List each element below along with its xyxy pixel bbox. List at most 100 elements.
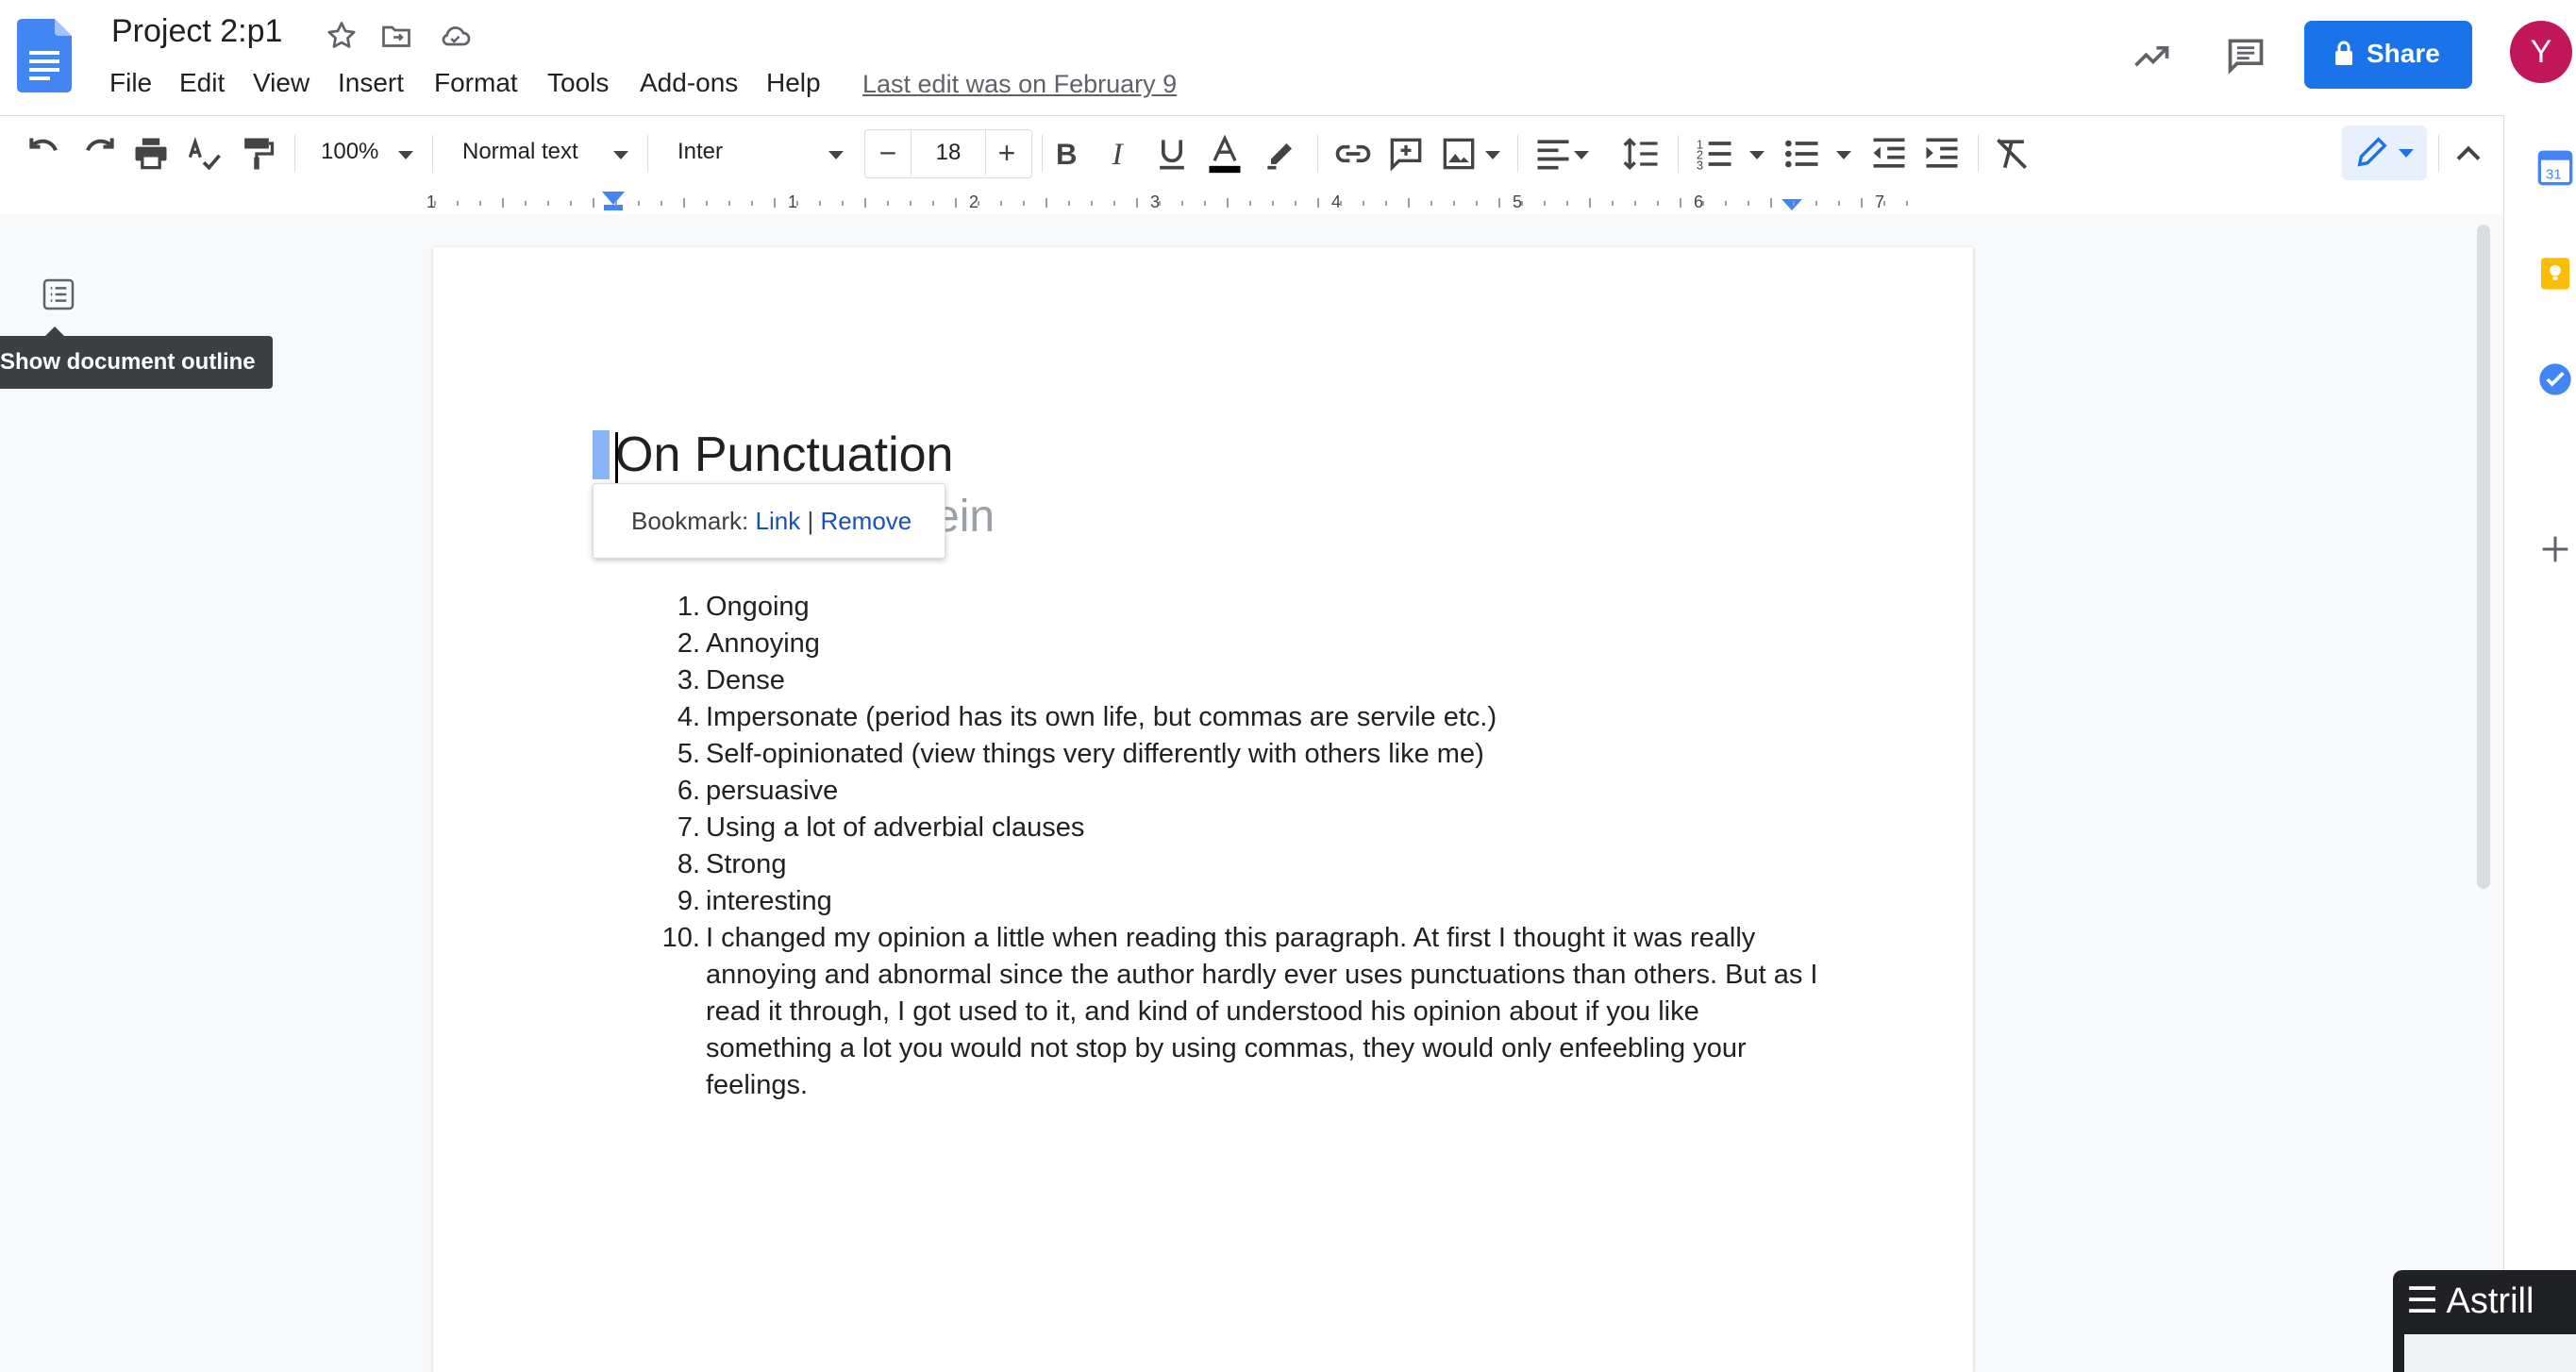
insert-image-icon[interactable] bbox=[1438, 133, 1480, 175]
bookmark-marker-icon[interactable] bbox=[593, 430, 610, 479]
right-indent-marker-icon[interactable] bbox=[1781, 199, 1802, 210]
italic-icon[interactable]: I bbox=[1098, 133, 1140, 175]
align-icon[interactable] bbox=[1532, 133, 1574, 175]
ruler-tick bbox=[1317, 198, 1319, 208]
numbered-list[interactable]: 1. Ongoing 2. Annoying 3. Dense 4. Impersona… bbox=[651, 589, 1831, 1104]
list-item[interactable]: 9. interesting bbox=[651, 883, 1831, 920]
ruler-tick bbox=[1657, 201, 1659, 206]
insert-link-icon[interactable] bbox=[1332, 133, 1374, 175]
document-title[interactable]: Project 2:p1 bbox=[111, 13, 282, 50]
menu-add-ons[interactable]: Add-ons bbox=[640, 68, 738, 98]
line-spacing-icon[interactable] bbox=[1621, 133, 1663, 175]
zoom-caret-icon[interactable] bbox=[398, 151, 413, 159]
comments-icon[interactable] bbox=[2225, 34, 2267, 75]
list-item[interactable]: 5. Self-opinionated (view things very dif… bbox=[651, 736, 1831, 773]
undo-icon[interactable] bbox=[25, 133, 66, 175]
list-item[interactable]: 2. Annoying bbox=[651, 626, 1831, 662]
numbered-list-caret-icon[interactable] bbox=[1749, 151, 1765, 159]
ruler-tick bbox=[1000, 201, 1002, 206]
bulleted-list-icon[interactable] bbox=[1781, 133, 1823, 175]
menu-edit[interactable]: Edit bbox=[179, 68, 225, 98]
ruler-tick bbox=[1091, 201, 1093, 206]
ruler-tick bbox=[910, 201, 912, 206]
activity-trend-icon[interactable] bbox=[2131, 36, 2172, 77]
underline-icon[interactable] bbox=[1151, 133, 1193, 175]
menu-view[interactable]: View bbox=[253, 68, 309, 98]
ruler-tick bbox=[932, 201, 934, 206]
ruler-tick bbox=[570, 201, 572, 206]
ruler-bar: 1 1 2 3 4 5 6 7 bbox=[425, 192, 1977, 214]
toolbar-divider bbox=[432, 135, 433, 173]
toolbar: 100% Normal text Inter − 18 + B I 1 2 3 bbox=[0, 115, 2503, 192]
ruler-tick bbox=[547, 201, 549, 206]
menu-insert[interactable]: Insert bbox=[338, 68, 404, 98]
bulleted-list-caret-icon[interactable] bbox=[1836, 151, 1851, 159]
ruler-tick bbox=[842, 201, 844, 206]
paragraph-style-select[interactable]: Normal text bbox=[462, 139, 578, 165]
first-line-indent-marker-icon[interactable] bbox=[604, 205, 623, 210]
ruler-tick bbox=[479, 201, 481, 206]
collapse-menus-icon[interactable] bbox=[2448, 133, 2489, 175]
decrease-font-size-button[interactable]: − bbox=[865, 132, 911, 176]
zoom-select[interactable]: 100% bbox=[321, 139, 378, 165]
list-item[interactable]: 8. Strong bbox=[651, 846, 1831, 883]
bookmark-remove-button[interactable]: Remove bbox=[820, 507, 912, 535]
editing-mode-button[interactable] bbox=[2342, 125, 2427, 180]
list-item[interactable]: 4. Impersonate (period has its own life, … bbox=[651, 699, 1831, 736]
print-icon[interactable] bbox=[130, 133, 172, 175]
align-caret-icon[interactable] bbox=[1574, 151, 1589, 159]
redo-icon[interactable] bbox=[77, 133, 119, 175]
menu-tools[interactable]: Tools bbox=[547, 68, 609, 98]
highlight-color-icon[interactable] bbox=[1261, 133, 1302, 175]
image-caret-icon[interactable] bbox=[1485, 151, 1500, 159]
list-item[interactable]: 1. Ongoing bbox=[651, 589, 1831, 626]
clear-formatting-icon[interactable] bbox=[1991, 133, 2032, 175]
get-add-ons-icon[interactable] bbox=[2536, 530, 2574, 568]
account-avatar[interactable]: Y bbox=[2510, 21, 2572, 83]
list-item-text: persuasive bbox=[706, 776, 839, 806]
calendar-day: 31 bbox=[2546, 167, 2562, 183]
spellcheck-icon[interactable] bbox=[183, 133, 225, 175]
list-item[interactable]: 7. Using a lot of adverbial clauses bbox=[651, 810, 1831, 846]
ruler[interactable]: 1 1 2 3 4 5 6 7 bbox=[0, 192, 2503, 214]
font-caret-icon[interactable] bbox=[828, 151, 844, 159]
font-family-select[interactable]: Inter bbox=[677, 139, 723, 165]
tasks-icon[interactable] bbox=[2536, 360, 2574, 398]
star-icon[interactable] bbox=[325, 19, 359, 53]
list-item[interactable]: 10. I changed my opinion a little when re… bbox=[651, 920, 1831, 1104]
ruler-tick bbox=[1861, 198, 1863, 208]
document-heading[interactable]: On Punctuation bbox=[615, 427, 953, 483]
decrease-indent-icon[interactable] bbox=[1868, 133, 1910, 175]
left-indent-marker-icon[interactable] bbox=[602, 192, 625, 205]
paint-format-icon[interactable] bbox=[236, 133, 277, 175]
docs-logo-icon[interactable] bbox=[17, 19, 72, 92]
list-item[interactable]: 6. persuasive bbox=[651, 773, 1831, 810]
style-caret-icon[interactable] bbox=[613, 151, 628, 159]
last-edit-link[interactable]: Last edit was on February 9 bbox=[862, 70, 1177, 99]
list-item[interactable]: 3. Dense bbox=[651, 662, 1831, 699]
ruler-tick bbox=[796, 201, 798, 206]
menu-file[interactable]: File bbox=[109, 68, 152, 98]
font-size-input[interactable]: 18 bbox=[911, 130, 986, 176]
keep-notes-icon[interactable] bbox=[2536, 255, 2574, 293]
bookmark-link-button[interactable]: Link bbox=[756, 507, 801, 535]
toolbar-divider bbox=[294, 135, 295, 173]
bold-icon[interactable]: B bbox=[1045, 133, 1087, 175]
add-comment-icon[interactable] bbox=[1385, 133, 1427, 175]
move-to-folder-icon[interactable] bbox=[379, 19, 413, 53]
numbered-list-icon[interactable]: 123 bbox=[1695, 133, 1736, 175]
menu-help[interactable]: Help bbox=[766, 68, 821, 98]
ruler-tick bbox=[1408, 198, 1410, 208]
document-outline-icon[interactable] bbox=[40, 276, 77, 313]
calendar-icon[interactable]: 31 bbox=[2536, 149, 2574, 187]
share-button[interactable]: Share bbox=[2304, 21, 2472, 89]
astrill-widget[interactable]: ☰ Astrill bbox=[2393, 1270, 2576, 1372]
editing-mode-caret-icon bbox=[2399, 149, 2414, 158]
ruler-tick bbox=[1430, 201, 1432, 206]
vertical-scrollbar[interactable] bbox=[2477, 225, 2490, 889]
cloud-saved-icon[interactable] bbox=[438, 19, 472, 53]
increase-font-size-button[interactable]: + bbox=[984, 132, 1029, 176]
increase-indent-icon[interactable] bbox=[1921, 133, 1963, 175]
text-color-icon[interactable] bbox=[1204, 133, 1246, 175]
menu-format[interactable]: Format bbox=[434, 68, 518, 98]
